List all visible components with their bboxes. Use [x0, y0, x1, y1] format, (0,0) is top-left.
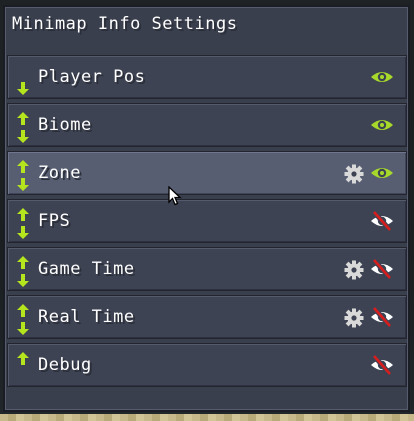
- sand-strip: [0, 414, 414, 421]
- info-row-zone[interactable]: Zone: [7, 151, 407, 195]
- arrow-down-icon[interactable]: [17, 128, 29, 143]
- eye-slash-icon[interactable]: [370, 306, 394, 328]
- arrow-up-icon[interactable]: [17, 206, 29, 221]
- row-label: Player Pos: [38, 67, 146, 87]
- arrow-up-icon[interactable]: [17, 158, 29, 173]
- row-label: Debug: [38, 355, 92, 375]
- panel-title: Minimap Info Settings: [12, 14, 238, 34]
- reorder-arrows: [17, 110, 29, 143]
- reorder-arrows: [17, 254, 29, 287]
- info-row-biome[interactable]: Biome: [7, 103, 407, 147]
- reorder-arrows: [17, 158, 29, 191]
- row-label: Game Time: [38, 259, 135, 279]
- mouse-cursor-icon: [168, 186, 182, 206]
- reorder-arrows: [17, 206, 29, 239]
- info-row-debug[interactable]: Debug: [7, 343, 407, 387]
- eye-slash-icon[interactable]: [370, 258, 394, 280]
- info-row-player-pos[interactable]: Player Pos: [7, 55, 407, 99]
- arrow-down-icon[interactable]: [17, 224, 29, 239]
- arrow-up-icon[interactable]: [17, 302, 29, 317]
- row-label: Zone: [38, 163, 81, 183]
- arrow-up-icon[interactable]: [17, 254, 29, 269]
- eye-slash-icon[interactable]: [370, 354, 394, 376]
- eye-icon[interactable]: [370, 67, 394, 87]
- row-label: Biome: [38, 115, 92, 135]
- arrow-down-icon[interactable]: [17, 272, 29, 287]
- info-row-game-time[interactable]: Game Time: [7, 247, 407, 291]
- arrow-up-icon[interactable]: [17, 350, 29, 365]
- arrow-down-icon[interactable]: [17, 80, 29, 95]
- info-row-fps[interactable]: FPS: [7, 199, 407, 243]
- row-label: Real Time: [38, 307, 135, 327]
- arrow-down-icon[interactable]: [17, 176, 29, 191]
- gear-icon[interactable]: [344, 164, 364, 184]
- reorder-arrows: [17, 62, 29, 95]
- eye-icon[interactable]: [370, 115, 394, 135]
- eye-slash-icon[interactable]: [370, 210, 394, 232]
- eye-icon[interactable]: [370, 163, 394, 183]
- reorder-arrows: [17, 302, 29, 335]
- reorder-arrows: [17, 350, 29, 382]
- info-row-real-time[interactable]: Real Time: [7, 295, 407, 339]
- arrow-down-icon[interactable]: [17, 320, 29, 335]
- gear-icon[interactable]: [344, 308, 364, 328]
- arrow-up-icon[interactable]: [17, 110, 29, 125]
- gear-icon[interactable]: [344, 260, 364, 280]
- row-label: FPS: [38, 211, 71, 231]
